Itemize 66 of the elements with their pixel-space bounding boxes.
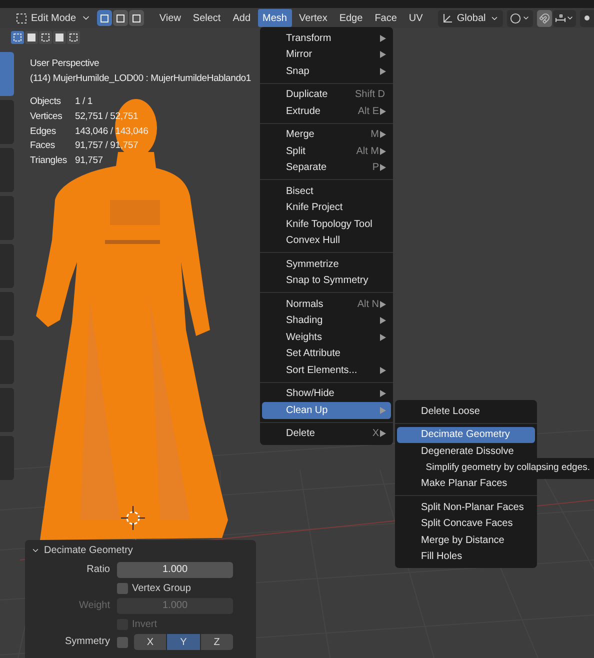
shortcut-label: Alt E [358,104,379,119]
menu-item[interactable]: Show/Hide [262,386,391,402]
stat-label: Faces [30,139,56,154]
panel-header[interactable]: Decimate Geometry [25,541,256,559]
orientation-dropdown[interactable]: Global [438,10,503,26]
menu-item[interactable]: Delete X [262,426,391,442]
menu-tab[interactable]: Mesh [258,9,292,27]
stat-label: Triangles [30,154,68,168]
menu-item[interactable]: Transform [262,30,391,46]
menu-item[interactable]: Snap to Symmetry [262,272,391,289]
checkbox-label: Invert [132,618,158,632]
menu-item[interactable]: Knife Project [262,200,391,216]
view-name: User Perspective [30,57,100,71]
shortcut-label: X [372,427,379,442]
menu-tab[interactable]: Vertex [294,9,332,27]
menu-tab[interactable]: View [154,9,186,27]
axis-toggle[interactable]: Z [200,634,233,650]
field-label: Ratio [86,563,110,577]
menu-item[interactable]: Mirror [262,46,391,63]
menu-item[interactable]: Split Non-Planar Faces [397,499,535,516]
menu-item[interactable]: Normals Alt N [262,296,391,312]
axis-toggle[interactable]: X [134,634,166,650]
menu-item[interactable]: Shading [262,312,391,329]
menu-item[interactable]: Knife Topology Tool [262,216,391,232]
menu-item[interactable]: Fill Holes [397,548,535,565]
stat-label: Vertices [30,110,64,124]
field-label: Symmetry [64,635,110,649]
ratio-field[interactable]: 1.000 [117,562,233,578]
menu-item[interactable]: Split Concave Faces [397,516,535,532]
menu-item[interactable]: Set Attribute [262,346,391,362]
menu-item[interactable]: Convex Hull [262,232,391,249]
menu-item[interactable]: Degenerate Dissolve [397,443,535,460]
field-label: Weight [78,599,110,613]
stat-value: 91,757 [75,154,104,168]
menu-item[interactable]: Decimate Geometry [397,426,535,443]
checkbox-label: Vertex Group [132,582,191,596]
shortcut-label: Alt M [356,144,379,159]
menu-item[interactable]: Duplicate Shift D [262,86,391,103]
menu-item[interactable]: Clean Up [262,402,391,418]
shortcut-label: P [372,161,379,176]
stat-value: 1 / 1 [75,95,94,109]
menu-item[interactable]: Extrude Alt E [262,103,391,120]
menu-tab[interactable]: Select [188,9,226,27]
object-name: (114) MujerHumilde_LOD00 : MujerHumildeHablando1 [30,72,251,86]
shortcut-label: Shift D [354,88,385,102]
menu-item[interactable]: Merge M [262,126,391,143]
mode-dropdown[interactable]: Edit Mode [12,9,96,27]
menu-tab[interactable]: Face [370,9,402,27]
shortcut-label: M [370,128,379,142]
menu-item[interactable]: Bisect [262,183,391,200]
stat-label: Edges [30,124,57,139]
stat-value: 143,046 / 143,046 [75,124,150,139]
menu-tab[interactable]: UV [404,9,428,27]
menu-item[interactable]: Split Alt M [262,143,391,160]
menu-item[interactable]: Symmetrize [262,256,391,272]
stat-label: Objects [30,95,62,109]
menu-item[interactable]: Sort Elements... [262,362,391,378]
menu-item[interactable]: Merge by Distance [397,532,535,548]
menu-item[interactable]: Separate P [262,160,391,176]
axis-toggle[interactable]: Y [167,634,200,650]
menu-item[interactable]: Weights [262,329,391,346]
menu-tab[interactable]: Edge [334,9,368,27]
shortcut-label: Alt N [357,298,379,312]
menu-item[interactable]: Delete Loose [397,403,535,420]
menu-tab[interactable]: Add [228,9,256,27]
menu-item[interactable]: Snap [262,63,391,80]
